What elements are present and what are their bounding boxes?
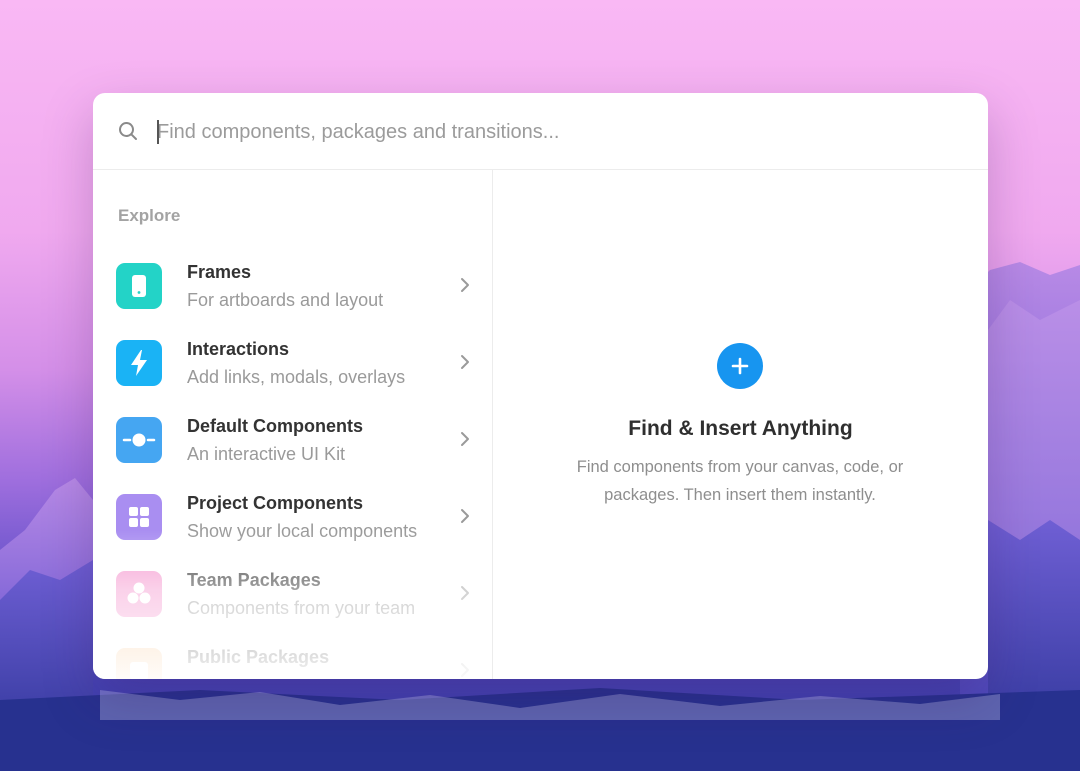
detail-title: Find & Insert Anything xyxy=(628,417,853,440)
chevron-right-icon xyxy=(461,509,469,523)
sidebar-item-title: Frames xyxy=(187,262,252,282)
search-input[interactable] xyxy=(157,113,937,151)
explore-sidebar: Explore Frames For artboards and layout xyxy=(93,170,493,679)
sidebar-item-subtitle: Show your local components xyxy=(187,521,418,541)
plus-icon xyxy=(731,357,749,375)
sidebar-item-subtitle: Components from your team xyxy=(187,598,416,618)
sidebar-item-subtitle: An interactive UI Kit xyxy=(187,444,346,464)
search-icon xyxy=(119,122,137,140)
sidebar-item-interactions[interactable]: Interactions Add links, modals, overlays xyxy=(93,331,492,401)
sidebar-item-title: Public Packages xyxy=(187,647,330,667)
chevron-right-icon xyxy=(461,432,469,446)
detail-description: Find components from your canvas, code, … xyxy=(576,458,904,504)
sidebar-item-public-packages[interactable]: Public Packages xyxy=(93,639,492,679)
chevron-right-icon xyxy=(461,663,469,677)
slider-toggle-icon xyxy=(116,417,162,463)
chevron-right-icon xyxy=(461,586,469,600)
chevron-right-icon xyxy=(461,355,469,369)
sidebar-item-subtitle: For artboards and layout xyxy=(187,290,384,310)
explore-heading: Explore xyxy=(118,206,181,225)
sidebar-item-default-components[interactable]: Default Components An interactive UI Kit xyxy=(93,408,492,478)
sidebar-item-frames[interactable]: Frames For artboards and layout xyxy=(93,254,492,324)
package-icon xyxy=(116,648,162,679)
chevron-right-icon xyxy=(461,278,469,292)
circles-icon xyxy=(116,571,162,617)
lightning-icon xyxy=(116,340,162,386)
sidebar-item-subtitle: Add links, modals, overlays xyxy=(187,367,406,387)
text-caret xyxy=(157,120,159,144)
sidebar-item-title: Project Components xyxy=(187,493,364,513)
phone-frame-icon xyxy=(116,263,162,309)
insert-plus-button[interactable] xyxy=(717,343,763,389)
grid-icon xyxy=(116,494,162,540)
search-bar xyxy=(93,93,988,170)
detail-pane: Find & Insert Anything Find components f… xyxy=(493,170,988,679)
sidebar-item-team-packages[interactable]: Team Packages Components from your team xyxy=(93,562,492,632)
sidebar-item-title: Team Packages xyxy=(187,570,321,590)
sidebar-item-title: Interactions xyxy=(187,339,290,359)
sidebar-item-title: Default Components xyxy=(187,416,364,436)
insert-panel: Explore Frames For artboards and layout xyxy=(93,93,988,679)
sidebar-item-project-components[interactable]: Project Components Show your local compo… xyxy=(93,485,492,555)
